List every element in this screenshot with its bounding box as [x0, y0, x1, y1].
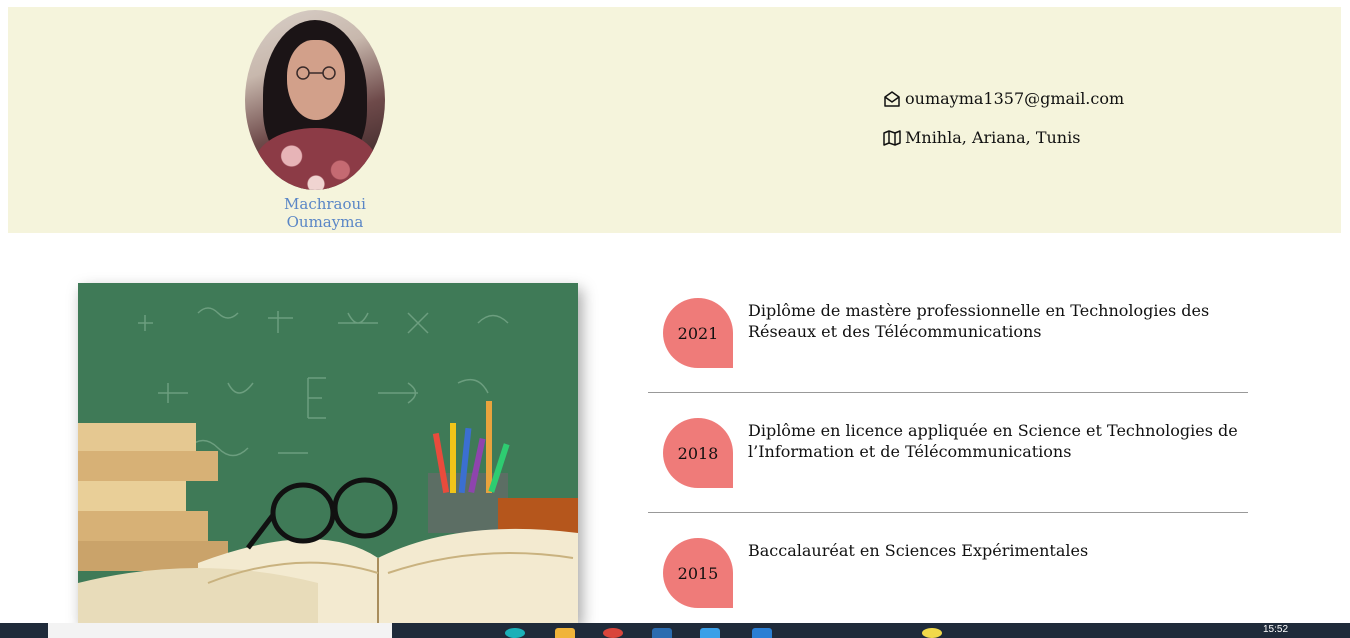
contact-email-text: oumayma1357@gmail.com [905, 89, 1125, 108]
taskbar-browser-icon[interactable] [603, 628, 623, 638]
contact-location: Mnihla, Ariana, Tunis [883, 128, 1080, 147]
profile-name: Machraoui Oumayma [284, 195, 366, 231]
taskbar-app-icon[interactable] [922, 628, 942, 638]
education-item-1: 2021 Diplôme de mastère professionnelle … [648, 298, 1248, 418]
year-badge: 2015 [663, 538, 733, 608]
taskbar-folder-icon[interactable] [555, 628, 575, 638]
taskbar-app-icon[interactable] [700, 628, 720, 638]
education-item-2: 2018 Diplôme en licence appliquée en Sci… [648, 418, 1248, 538]
year-badge: 2021 [663, 298, 733, 368]
taskbar-app-icon[interactable] [652, 628, 672, 638]
timeline-divider [648, 512, 1248, 513]
contact-email[interactable]: oumayma1357@gmail.com [883, 89, 1124, 108]
taskbar-clock[interactable]: 15:52 [1263, 624, 1288, 635]
education-title: Diplôme de mastère professionnelle en Te… [748, 301, 1210, 341]
education-item-3: 2015 Baccalauréat en Sciences Expériment… [648, 538, 1248, 623]
contact-location-text: Mnihla, Ariana, Tunis [905, 128, 1081, 147]
profile-header [8, 7, 1341, 233]
taskbar-app-icon[interactable] [505, 628, 525, 638]
education-illustration [78, 283, 578, 623]
taskbar-app-icon[interactable] [752, 628, 772, 638]
avatar-face [287, 40, 345, 120]
map-icon [883, 129, 901, 146]
education-title: Diplôme en licence appliquée en Science … [748, 421, 1238, 461]
education-title: Baccalauréat en Sciences Expérimentales [748, 541, 1089, 560]
books-glasses-image [78, 283, 578, 623]
taskbar-search-box[interactable] [48, 623, 392, 638]
profile-avatar [245, 10, 385, 190]
envelope-open-icon [884, 90, 900, 107]
avatar-glasses [296, 66, 336, 80]
timeline-divider [648, 392, 1248, 393]
avatar-shirt [255, 128, 377, 190]
year-badge: 2018 [663, 418, 733, 488]
